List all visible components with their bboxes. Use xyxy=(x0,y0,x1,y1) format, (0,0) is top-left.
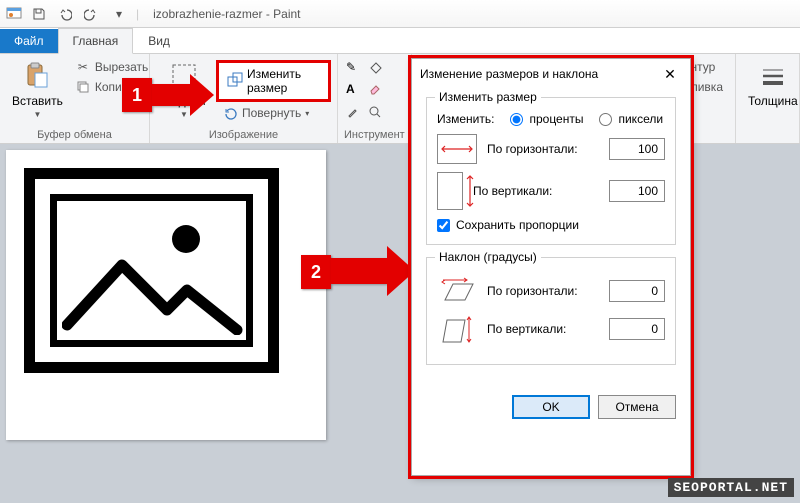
horiz-label: По горизонтали: xyxy=(487,142,599,156)
resize-by-label: Изменить: xyxy=(437,112,494,126)
paste-icon xyxy=(21,60,53,92)
resize-horiz-input[interactable] xyxy=(609,138,665,160)
radio-percent[interactable]: проценты xyxy=(510,112,583,126)
skew-vert-input[interactable] xyxy=(609,318,665,340)
ribbon-tabs: Файл Главная Вид xyxy=(0,28,800,54)
bucket-icon[interactable] xyxy=(368,60,388,80)
group-tools-label: Инструменты xyxy=(344,127,405,141)
watermark: SEOPORTAL.NET xyxy=(668,478,794,497)
dialog-titlebar: Изменение размеров и наклона ✕ xyxy=(412,59,690,89)
cancel-button[interactable]: Отмена xyxy=(598,395,676,419)
tab-view[interactable]: Вид xyxy=(133,28,185,54)
paste-label: Вставить xyxy=(12,94,63,108)
group-thickness: Толщина xyxy=(736,54,800,143)
vert-skew-icon xyxy=(437,314,477,344)
cut-label: Вырезать xyxy=(95,60,148,74)
save-icon[interactable] xyxy=(28,3,50,25)
eraser-icon[interactable] xyxy=(368,82,388,102)
dialog-title: Изменение размеров и наклона xyxy=(420,67,598,81)
chevron-down-icon: ▼ xyxy=(33,110,41,119)
ok-button[interactable]: OK xyxy=(512,395,590,419)
thickness-label: Толщина xyxy=(748,94,798,108)
callout-1: 1 xyxy=(122,78,152,112)
fieldset-skew-legend: Наклон (градусы) xyxy=(435,250,541,264)
group-image-label: Изображение xyxy=(156,127,331,141)
resize-dialog: Изменение размеров и наклона ✕ Изменить … xyxy=(411,58,691,476)
horiz-skew-icon xyxy=(437,276,477,306)
group-clipboard-label: Буфер обмена xyxy=(6,127,143,141)
thickness-button[interactable]: Толщина xyxy=(742,58,800,110)
skew-horiz-input[interactable] xyxy=(609,280,665,302)
arrow-1 xyxy=(152,78,190,106)
copy-icon xyxy=(75,79,91,95)
cut-button[interactable]: ✂ Вырезать xyxy=(73,58,150,76)
titlebar: ▾ | izobrazhenie-razmer - Paint xyxy=(0,0,800,28)
arrow-2 xyxy=(331,250,387,284)
callout-2: 2 xyxy=(301,255,331,289)
window-title: izobrazhenie-razmer - Paint xyxy=(153,7,300,21)
radio-pixels-label: пиксели xyxy=(618,112,663,126)
undo-icon[interactable] xyxy=(54,3,76,25)
quick-access-toolbar xyxy=(28,3,102,25)
horiz-resize-icon xyxy=(437,134,477,164)
resize-button[interactable]: Изменить размер xyxy=(216,60,331,102)
redo-icon[interactable] xyxy=(80,3,102,25)
qat-dropdown-icon[interactable]: ▾ xyxy=(108,3,130,25)
fieldset-resize: Изменить размер Изменить: проценты пиксе… xyxy=(426,97,676,245)
keep-proportions-label: Сохранить пропорции xyxy=(456,218,579,232)
tab-home[interactable]: Главная xyxy=(58,28,134,54)
fieldset-resize-legend: Изменить размер xyxy=(435,90,541,104)
app-icon xyxy=(6,6,22,22)
vert-label: По вертикали: xyxy=(473,184,599,198)
pencil-icon[interactable]: ✎ xyxy=(346,60,366,80)
group-tools: ✎ A Инструменты xyxy=(338,54,412,143)
skew-horiz-label: По горизонтали: xyxy=(487,284,599,298)
resize-label: Изменить размер xyxy=(247,67,320,95)
paste-button[interactable]: Вставить ▼ xyxy=(6,58,69,121)
resize-icon xyxy=(227,72,243,91)
keep-proportions-checkbox[interactable]: Сохранить пропорции xyxy=(437,218,665,232)
vert-resize-icon xyxy=(437,172,463,210)
radio-percent-label: проценты xyxy=(529,112,583,126)
rotate-icon xyxy=(222,105,238,121)
close-icon[interactable]: ✕ xyxy=(658,62,682,86)
resize-vert-input[interactable] xyxy=(609,180,665,202)
rotate-button[interactable]: Повернуть ▾ xyxy=(216,104,331,122)
skew-vert-label: По вертикали: xyxy=(487,322,599,336)
radio-pixels[interactable]: пиксели xyxy=(599,112,663,126)
text-icon[interactable]: A xyxy=(346,82,366,102)
picker-icon[interactable] xyxy=(346,105,366,125)
thickness-icon xyxy=(757,60,789,92)
zoom-icon[interactable] xyxy=(368,105,388,125)
image-placeholder-icon xyxy=(24,168,279,373)
chevron-down-icon: ▼ xyxy=(180,110,188,119)
fieldset-skew: Наклон (градусы) По горизонтали: По верт… xyxy=(426,257,676,365)
rotate-label: Повернуть xyxy=(242,106,301,120)
scissors-icon: ✂ xyxy=(75,59,91,75)
canvas[interactable] xyxy=(6,150,326,440)
tab-file[interactable]: Файл xyxy=(0,29,58,53)
